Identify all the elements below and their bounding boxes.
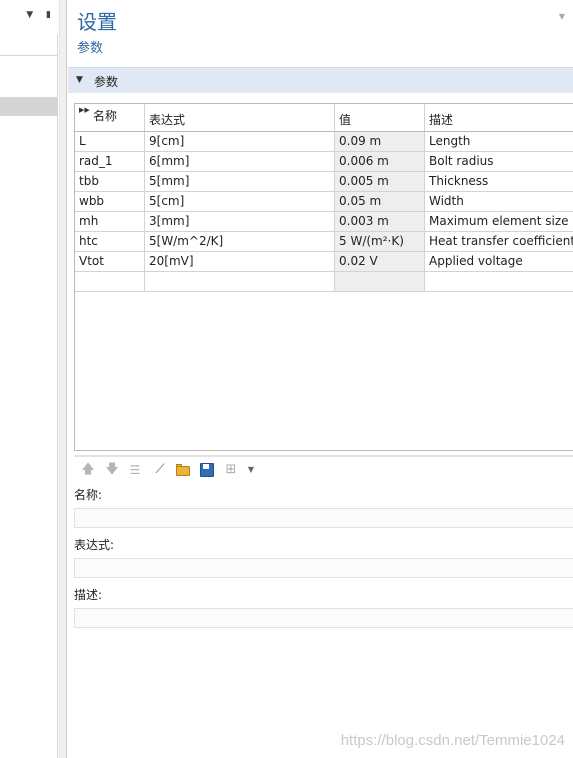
panel-title: 设置 — [77, 10, 117, 34]
cell-expression[interactable]: 5[W/m^2/K] — [145, 232, 335, 251]
parameters-table: ▶▶ 名称 表达式 值 描述 L 9[cm] 0.09 m Length rad… — [74, 103, 573, 451]
left-divider — [0, 55, 58, 56]
section-label: 参数 — [94, 75, 119, 89]
description-label: 描述: — [74, 588, 103, 602]
cell-expression[interactable] — [145, 272, 335, 291]
cell-value: 0.005 m — [335, 172, 425, 191]
cell-name[interactable]: htc — [75, 232, 145, 251]
expression-label: 表达式: — [74, 538, 115, 552]
cell-expression[interactable]: 20[mV] — [145, 252, 335, 271]
cell-name[interactable]: Vtot — [75, 252, 145, 271]
cell-value: 0.05 m — [335, 192, 425, 211]
cell-name[interactable]: L — [75, 132, 145, 151]
table-toolbar: 🡅 🡇 ☰ ⟋ ⊞ ▼ — [74, 455, 573, 481]
cell-description[interactable]: Length — [425, 132, 573, 151]
cell-value: 0.006 m — [335, 152, 425, 171]
table-row[interactable]: mh 3[mm] 0.003 m Maximum element size — [75, 212, 573, 232]
cell-name[interactable] — [75, 272, 145, 291]
table-icon[interactable]: ⊞ — [223, 462, 239, 478]
name-label: 名称: — [74, 488, 103, 502]
panel-pin-icon[interactable]: ▼ ▮ — [26, 10, 56, 20]
cell-description[interactable]: Bolt radius — [425, 152, 573, 171]
expression-field[interactable] — [74, 558, 573, 578]
cell-value — [335, 272, 425, 291]
section-header-parameters[interactable]: ▼ 参数 — [68, 67, 573, 93]
table-row[interactable]: Vtot 20[mV] 0.02 V Applied voltage — [75, 252, 573, 272]
table-row[interactable]: L 9[cm] 0.09 m Length — [75, 132, 573, 152]
broom-icon[interactable]: ⟋ — [152, 462, 168, 478]
cell-expression[interactable]: 5[mm] — [145, 172, 335, 191]
save-icon[interactable] — [199, 462, 215, 478]
table-row[interactable]: wbb 5[cm] 0.05 m Width — [75, 192, 573, 212]
cell-value: 0.09 m — [335, 132, 425, 151]
cell-expression[interactable]: 5[cm] — [145, 192, 335, 211]
column-header-expression[interactable]: 表达式 — [145, 104, 335, 131]
watermark: https://blog.csdn.net/Temmie1024 — [340, 732, 565, 749]
panel-subtitle: 参数 — [77, 41, 104, 56]
cell-description[interactable]: Width — [425, 192, 573, 211]
table-row[interactable]: rad_1 6[mm] 0.006 m Bolt radius — [75, 152, 573, 172]
table-row[interactable]: htc 5[W/m^2/K] 5 W/(m²·K) Heat transfer … — [75, 232, 573, 252]
left-panel: ▼ ▮ — [0, 0, 58, 758]
dropdown-arrow-icon[interactable]: ▼ — [243, 462, 259, 478]
cell-value: 0.02 V — [335, 252, 425, 271]
cell-description[interactable]: Thickness — [425, 172, 573, 191]
panel-splitter[interactable] — [59, 0, 67, 758]
table-row[interactable]: tbb 5[mm] 0.005 m Thickness — [75, 172, 573, 192]
cell-expression[interactable]: 6[mm] — [145, 152, 335, 171]
cell-description[interactable]: Applied voltage — [425, 252, 573, 271]
column-header-description[interactable]: 描述 — [425, 104, 573, 131]
folder-open-icon[interactable] — [175, 462, 191, 478]
name-field[interactable] — [74, 508, 573, 528]
cell-description[interactable]: Heat transfer coefficient — [425, 232, 573, 251]
settings-panel: 设置 参数 ▼ ▼ 参数 ▶▶ 名称 表达式 值 描述 L 9[cm] 0.09… — [68, 0, 573, 758]
cell-description[interactable] — [425, 272, 573, 291]
cell-expression[interactable]: 3[mm] — [145, 212, 335, 231]
collapse-arrow-icon[interactable]: ▼ — [76, 75, 83, 85]
cell-name[interactable]: rad_1 — [75, 152, 145, 171]
column-header-name[interactable]: ▶▶ 名称 — [75, 104, 145, 131]
cell-value: 0.003 m — [335, 212, 425, 231]
column-header-value[interactable]: 值 — [335, 104, 425, 131]
table-header-row: ▶▶ 名称 表达式 值 描述 — [75, 104, 573, 132]
table-row-empty[interactable] — [75, 272, 573, 292]
cell-expression[interactable]: 9[cm] — [145, 132, 335, 151]
cell-description[interactable]: Maximum element size — [425, 212, 573, 231]
cell-name[interactable]: wbb — [75, 192, 145, 211]
panel-menu-icon[interactable]: ▼ — [559, 12, 565, 21]
cell-name[interactable]: tbb — [75, 172, 145, 191]
description-field[interactable] — [74, 608, 573, 628]
left-panel-header: ▼ ▮ — [0, 0, 58, 34]
cell-value: 5 W/(m²·K) — [335, 232, 425, 251]
left-selected-item[interactable] — [0, 97, 58, 116]
arrow-up-icon[interactable]: 🡅 — [80, 462, 96, 478]
arrow-down-icon[interactable]: 🡇 — [104, 462, 120, 478]
cell-name[interactable]: mh — [75, 212, 145, 231]
expand-columns-icon[interactable]: ▶▶ — [79, 106, 90, 114]
list-icon[interactable]: ☰ — [127, 462, 143, 478]
